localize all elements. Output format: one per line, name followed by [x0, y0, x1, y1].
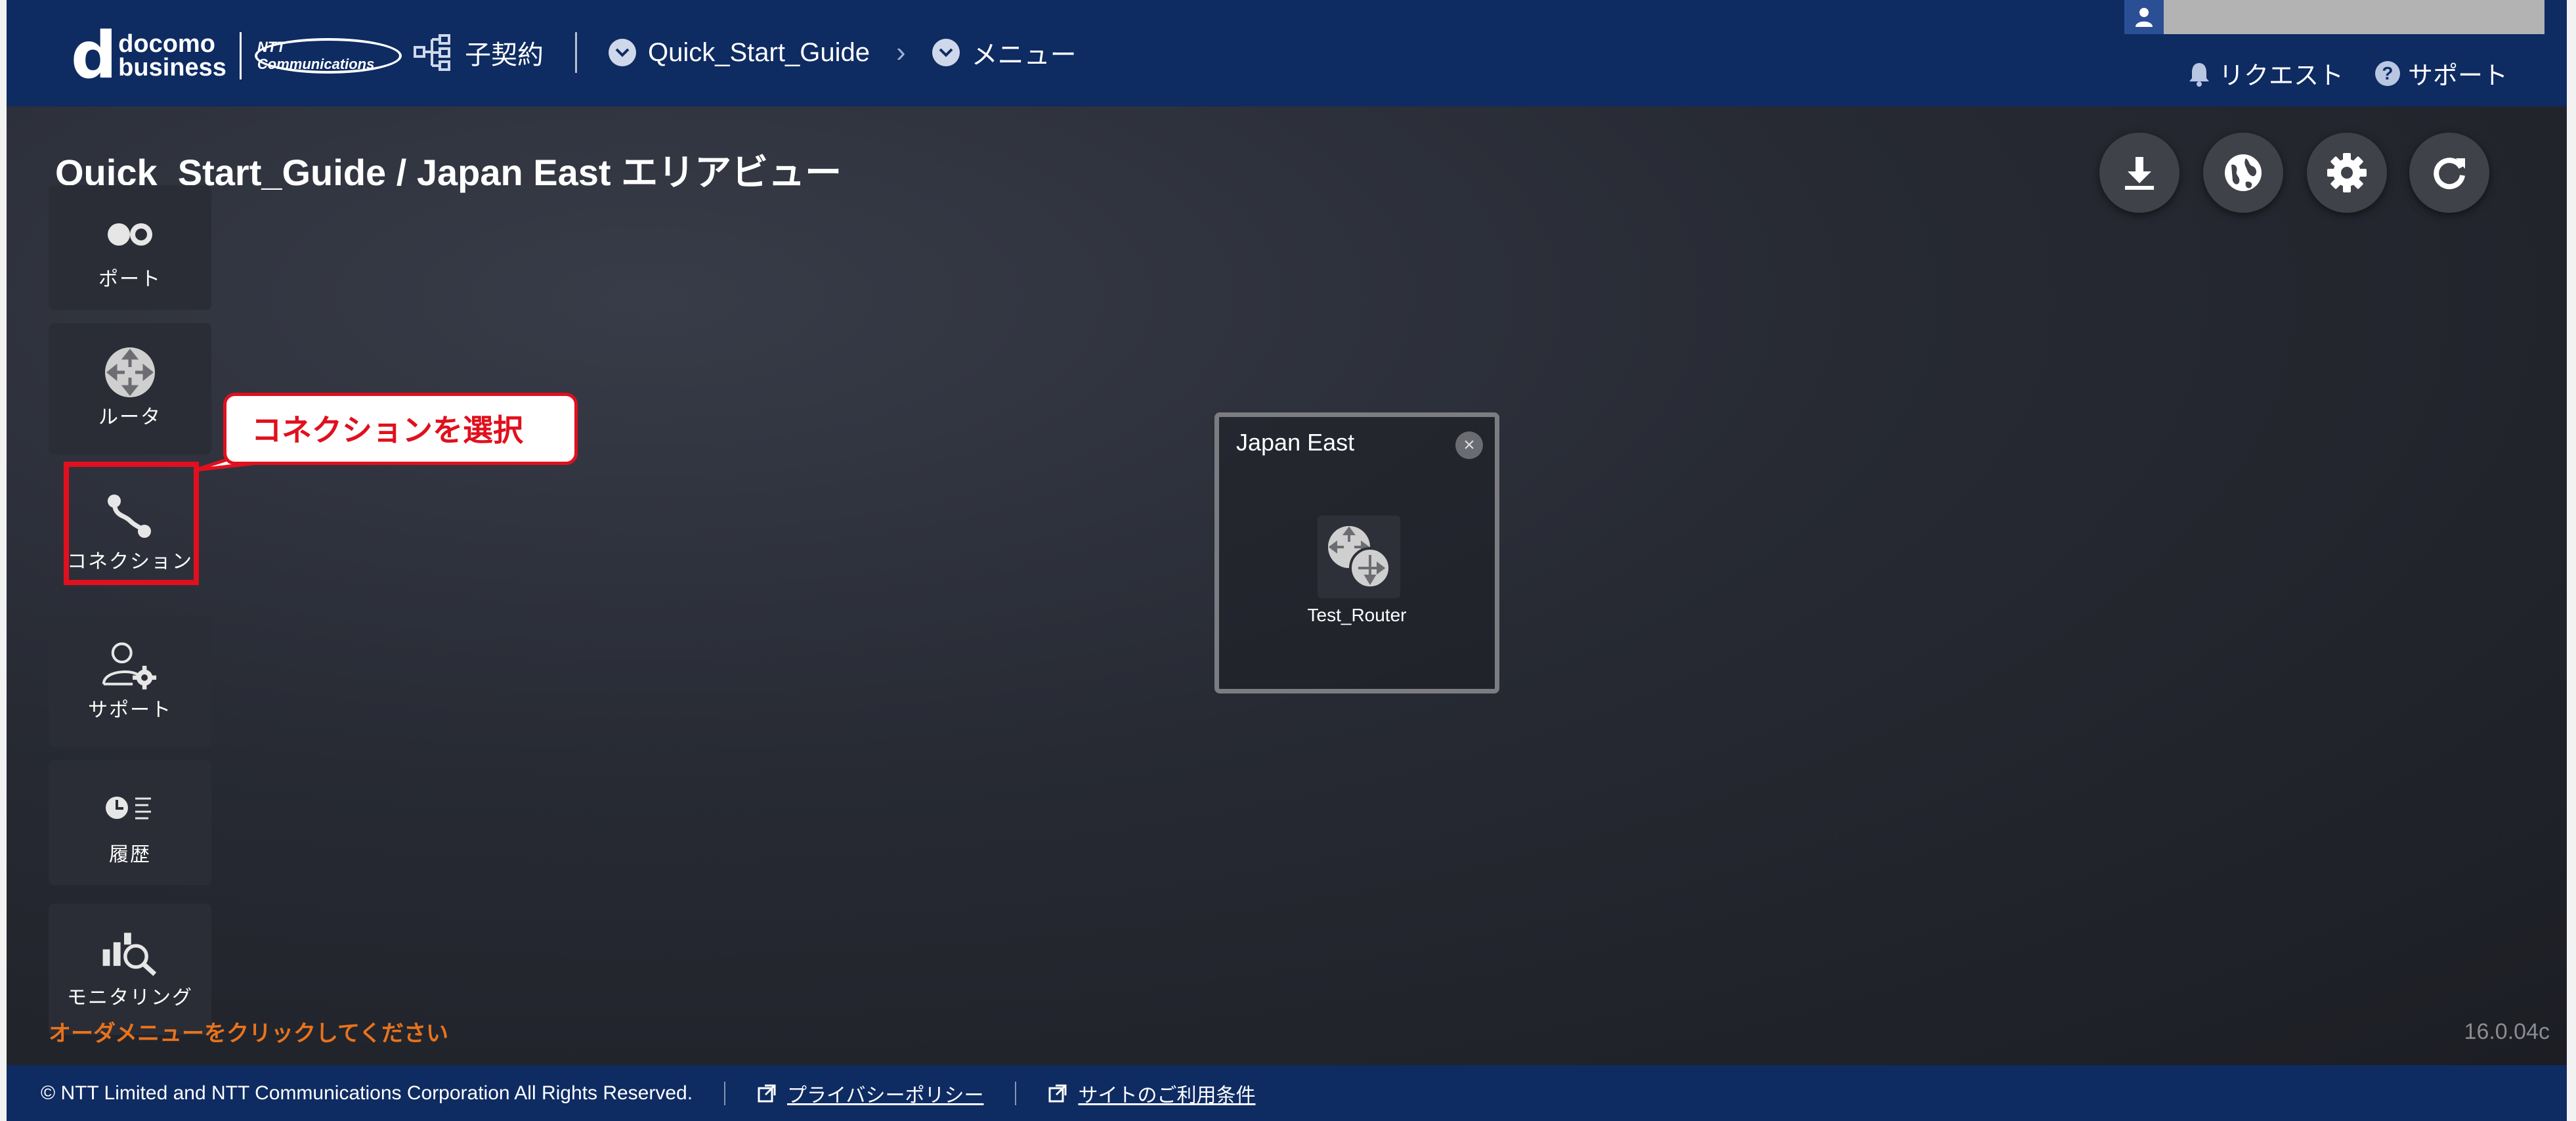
sidebar-item-router[interactable]: ルータ — [49, 323, 211, 454]
download-icon — [2125, 157, 2154, 190]
router-node[interactable] — [1318, 516, 1400, 598]
logo-mark: d — [71, 18, 117, 93]
router-label: Test_Router — [1307, 605, 1407, 625]
chevron-right-icon: › — [895, 36, 906, 68]
sidebar-label-port: ポート — [98, 269, 161, 290]
header-links: リクエスト ? サポート — [2187, 55, 2508, 91]
router-icon — [1328, 526, 1391, 589]
breadcrumb-item-menu[interactable]: メニュー — [932, 33, 1077, 72]
ntt-communications-logo: NTT Communications — [254, 38, 402, 74]
chevron-down-icon — [932, 39, 960, 66]
port-icon — [100, 211, 160, 257]
copyright-text: © NTT Limited and NTT Communications Cor… — [41, 1082, 693, 1104]
close-icon[interactable]: × — [1455, 431, 1483, 459]
user-icon — [2124, 0, 2164, 34]
logo-text: docomo business — [118, 30, 226, 81]
sidebar-label-support: サポート — [88, 699, 172, 721]
privacy-policy-link[interactable]: プライバシーポリシー — [757, 1079, 983, 1108]
privacy-policy-label: プライバシーポリシー — [787, 1084, 984, 1107]
docomo-business-logo[interactable]: d docomo business NTT Communications — [71, 24, 402, 88]
sidebar-item-port[interactable]: ポート — [49, 185, 211, 310]
globe-button[interactable] — [2203, 133, 2283, 213]
breadcrumb: 子契約 Quick_Start_Guide › メニュー — [414, 29, 1077, 76]
connection-highlight-box — [64, 462, 199, 585]
contract-label: 子契約 — [465, 41, 544, 70]
help-icon: ? — [2374, 60, 2400, 86]
monitoring-icon — [100, 930, 160, 977]
download-button[interactable] — [2099, 133, 2179, 213]
breadcrumb-project-label: Quick_Start_Guide — [648, 37, 870, 67]
area-title: Japan East — [1236, 429, 1355, 456]
logo-line2: business — [118, 54, 226, 81]
request-label: リクエスト — [2218, 62, 2344, 90]
footer-divider — [1015, 1081, 1017, 1105]
bell-icon — [2189, 62, 2209, 87]
support-icon — [100, 642, 160, 690]
app-frame: d docomo business NTT Communications 子契約 — [7, 0, 2567, 1121]
order-menu-hint: オーダメニューをクリックしてください — [49, 1021, 448, 1046]
instruction-callout: コネクションを選択 — [223, 393, 578, 465]
main-canvas: Quick_Start_Guide / Japan East エリアビュー ポー… — [7, 106, 2567, 1065]
ntt-logo-text: NTT Communications — [257, 39, 375, 72]
sidebar-item-support[interactable]: サポート — [49, 616, 211, 747]
terms-of-use-label: サイトのご利用条件 — [1078, 1084, 1256, 1107]
support-link[interactable]: ? サポート — [2374, 55, 2508, 91]
top-header: d docomo business NTT Communications 子契約 — [7, 0, 2567, 106]
sidebar-label-history: 履歴 — [109, 844, 151, 866]
support-label: サポート — [2407, 62, 2508, 90]
history-icon — [100, 787, 160, 833]
breadcrumb-item-project[interactable]: Quick_Start_Guide — [609, 38, 870, 68]
footer-divider — [724, 1081, 726, 1105]
globe-icon — [2225, 154, 2262, 191]
external-link-icon — [758, 1084, 776, 1102]
terms-of-use-link[interactable]: サイトのご利用条件 — [1048, 1079, 1255, 1108]
chevron-down-icon — [609, 39, 636, 66]
refresh-button[interactable] — [2409, 133, 2489, 213]
user-account-bar[interactable] — [2124, 0, 2544, 34]
contract-switcher[interactable]: 子契約 — [414, 33, 544, 72]
user-name-field — [2164, 0, 2544, 34]
breadcrumb-divider — [575, 32, 577, 73]
external-link-icon — [1048, 1084, 1067, 1102]
breadcrumb-menu-label: メニュー — [971, 41, 1077, 70]
gear-icon — [2327, 153, 2367, 192]
settings-button[interactable] — [2307, 133, 2387, 213]
refresh-icon — [2434, 158, 2465, 190]
sidebar-label-monitoring: モニタリング — [67, 987, 193, 1009]
router-icon — [100, 347, 160, 397]
request-link[interactable]: リクエスト — [2187, 55, 2344, 91]
sidebar-label-router: ルータ — [98, 407, 161, 428]
hierarchy-icon — [414, 34, 450, 71]
version-label: 16.0.04c — [2464, 1019, 2550, 1044]
footer: © NTT Limited and NTT Communications Cor… — [7, 1065, 2567, 1121]
sidebar-item-history[interactable]: 履歴 — [49, 760, 211, 885]
area-japan-east[interactable]: Japan East × Test_Router — [1214, 412, 1499, 693]
logo-line1: docomo — [118, 30, 215, 58]
logo-divider — [239, 32, 242, 79]
